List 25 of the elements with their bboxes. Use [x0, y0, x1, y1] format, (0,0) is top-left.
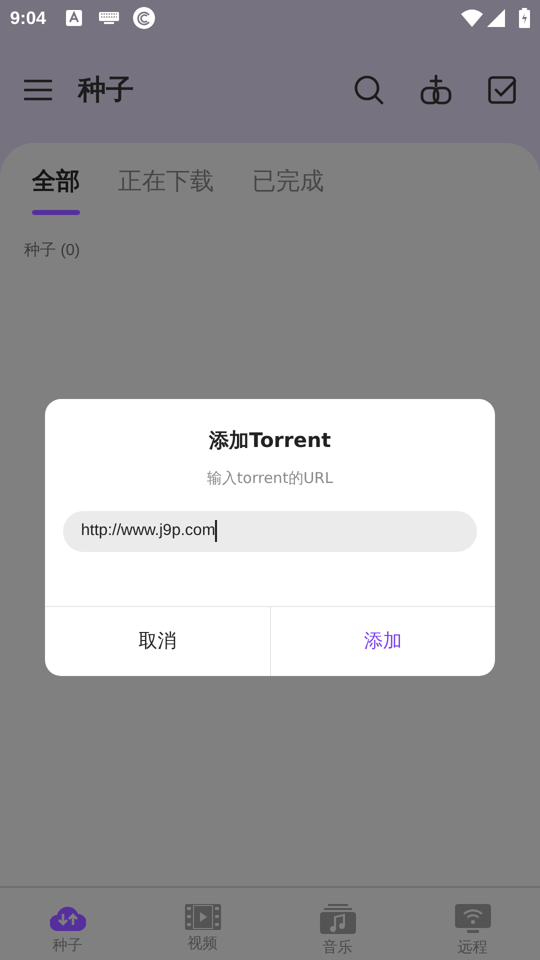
- add-link-icon[interactable]: [420, 74, 452, 106]
- input-field[interactable]: http://www.j9p.com: [63, 510, 477, 552]
- checkbox-icon[interactable]: [488, 76, 516, 104]
- add-button[interactable]: 添加: [270, 607, 495, 676]
- search-icon[interactable]: [354, 74, 384, 104]
- torrent-logo-icon: [133, 7, 156, 29]
- font-icon: [66, 10, 82, 26]
- keyboard-icon: [99, 12, 120, 24]
- dialog-subtitle: 输入torrent的URL: [206, 468, 334, 489]
- tab[interactable]: 全部: [32, 163, 80, 213]
- wifi-icon: [461, 9, 483, 27]
- menu-icon[interactable]: [24, 78, 52, 102]
- tab[interactable]: 正在下载: [118, 163, 214, 213]
- tab[interactable]: 已完成: [252, 163, 324, 213]
- list-header: 种子 (0): [24, 240, 80, 261]
- film-icon: [184, 904, 220, 930]
- battery-icon: [519, 8, 530, 28]
- dialog-title: 添加Torrent: [209, 427, 331, 454]
- cancel-button[interactable]: 取消: [45, 607, 270, 676]
- music-album-icon: [320, 904, 356, 934]
- wifi-screen-icon: [454, 904, 490, 934]
- app-title: 种子: [78, 72, 134, 108]
- signal-icon: [487, 9, 505, 27]
- status-time: 9:04: [10, 6, 46, 30]
- cloud-icon: [50, 904, 86, 932]
